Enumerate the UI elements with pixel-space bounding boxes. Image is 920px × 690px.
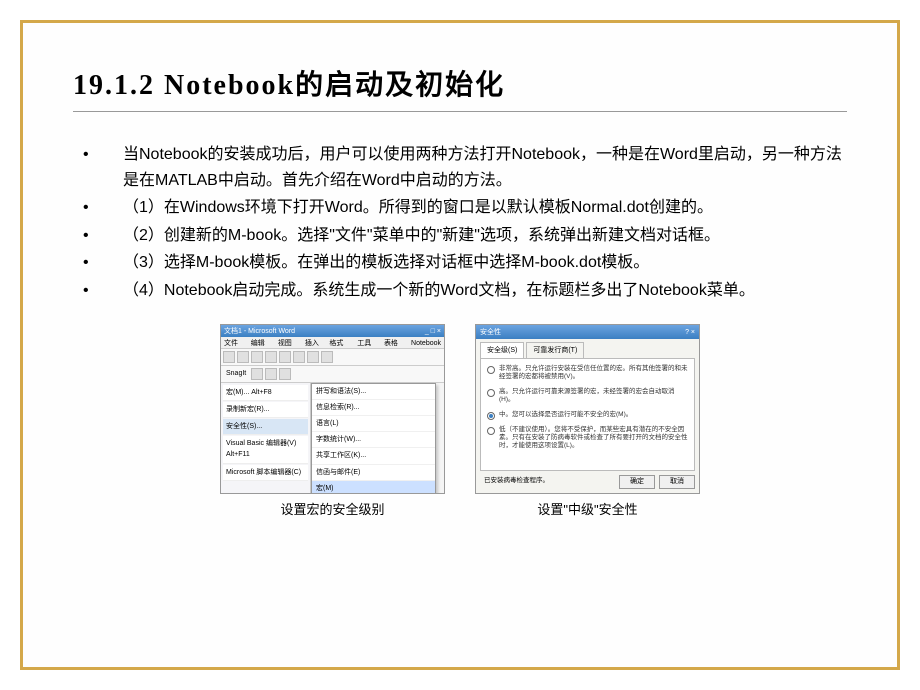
radio-label: 中。您可以选择是否运行可能不安全的宏(M)。	[499, 411, 632, 419]
radio-label: 非常高。只允许运行安装在受信任位置的宏。所有其他签署的和未经签署的宏都将被禁用(…	[499, 365, 688, 382]
dialog-tabs: 安全级(S) 可靠发行商(T)	[476, 339, 699, 358]
sidebar-item[interactable]: Visual Basic 编辑器(V) Alt+F11	[223, 436, 308, 463]
word-body: 宏(M)... Alt+F8 录制新宏(R)... 安全性(S)... Visu…	[221, 383, 444, 494]
right-image-block: 安全性 ? × 安全级(S) 可靠发行商(T) 非常高。只允许运行安装在受信任位…	[475, 324, 700, 521]
tab-trusted-publishers[interactable]: 可靠发行商(T)	[526, 342, 584, 358]
dialog-panel: 非常高。只允许运行安装在受信任位置的宏。所有其他签署的和未经签署的宏都将被禁用(…	[480, 358, 695, 471]
cancel-button[interactable]: 取消	[659, 475, 695, 489]
dialog-close-icon[interactable]: ? ×	[685, 327, 695, 337]
sidebar-item-security[interactable]: 安全性(S)...	[223, 419, 308, 435]
toolbar-icon[interactable]	[237, 351, 249, 363]
sidebar-item[interactable]: 宏(M)... Alt+F8	[223, 385, 308, 401]
virus-check-text: 已安装病毒检查程序。	[484, 476, 549, 486]
toolbar-icon[interactable]	[321, 351, 333, 363]
bullet-item: （2）创建新的M-book。选择"文件"菜单中的"新建"选项，系统弹出新建文档对…	[103, 223, 847, 249]
right-caption: 设置"中级"安全性	[537, 500, 637, 521]
word-toolbar	[221, 349, 444, 366]
word-title-text: 文档1 - Microsoft Word	[224, 326, 295, 336]
dropdown-item[interactable]: 信息检索(R)...	[312, 400, 435, 416]
title-underline	[73, 111, 847, 112]
ok-button[interactable]: 确定	[619, 475, 655, 489]
slide-title: 19.1.2 Notebook的启动及初始化	[73, 63, 847, 103]
menu-item[interactable]: 文件(F)	[224, 338, 246, 347]
radio-option[interactable]: 低（不建议使用）。您将不受保护，而某些宏具有潜在的不安全因素。只有在安装了防病毒…	[487, 426, 688, 451]
sidebar-item[interactable]: 录制新宏(R)...	[223, 402, 308, 418]
dropdown-item-macro[interactable]: 宏(M)	[312, 481, 435, 494]
menu-item[interactable]: 工具(T)	[357, 338, 379, 347]
radio-label: 低（不建议使用）。您将不受保护，而某些宏具有潜在的不安全因素。只有在安装了防病毒…	[499, 426, 688, 451]
menu-item[interactable]: 编辑(E)	[251, 338, 273, 347]
word-sidebar: 宏(M)... Alt+F8 录制新宏(R)... 安全性(S)... Visu…	[221, 383, 311, 494]
radio-icon	[487, 366, 495, 374]
toolbar-icon[interactable]	[265, 351, 277, 363]
word-toolbar2: SnagIt	[221, 366, 444, 383]
dropdown-item[interactable]: 共享工作区(K)...	[312, 448, 435, 464]
bullet-list: 当Notebook的安装成功后，用户可以使用两种方法打开Notebook，一种是…	[73, 142, 847, 304]
toolbar-icon[interactable]	[251, 351, 263, 363]
toolbar-icon[interactable]	[307, 351, 319, 363]
slide-content: 当Notebook的安装成功后，用户可以使用两种方法打开Notebook，一种是…	[73, 142, 847, 520]
dialog-footer: 已安装病毒检查程序。 确定 取消	[476, 471, 699, 493]
word-titlebar: 文档1 - Microsoft Word _ □ ×	[221, 325, 444, 337]
images-row: 文档1 - Microsoft Word _ □ × 文件(F) 编辑(E) 视…	[73, 324, 847, 521]
toolbar-icon[interactable]	[251, 368, 263, 380]
sidebar-item[interactable]: Microsoft 脚本编辑器(C)	[223, 465, 308, 481]
tab-security-level[interactable]: 安全级(S)	[480, 342, 524, 358]
left-caption: 设置宏的安全级别	[280, 500, 384, 521]
radio-option[interactable]: 高。只允许运行可靠来源签署的宏，未经签署的宏会自动取消(H)。	[487, 388, 688, 405]
dialog-title: 安全性	[480, 327, 501, 337]
bullet-item: 当Notebook的安装成功后，用户可以使用两种方法打开Notebook，一种是…	[103, 142, 847, 193]
dialog-titlebar: 安全性 ? ×	[476, 325, 699, 339]
radio-icon	[487, 389, 495, 397]
snagit-label: SnagIt	[223, 368, 249, 379]
dropdown-item[interactable]: 信函与邮件(E)	[312, 465, 435, 481]
toolbar-icon[interactable]	[265, 368, 277, 380]
menu-item[interactable]: 插入(I)	[305, 338, 325, 347]
toolbar-icon[interactable]	[293, 351, 305, 363]
menu-item[interactable]: Notebook	[411, 338, 441, 347]
word-screenshot: 文档1 - Microsoft Word _ □ × 文件(F) 编辑(E) 视…	[220, 324, 445, 494]
dropdown-item[interactable]: 语言(L)	[312, 416, 435, 432]
slide-container: 19.1.2 Notebook的启动及初始化 当Notebook的安装成功后，用…	[20, 20, 900, 670]
radio-option[interactable]: 中。您可以选择是否运行可能不安全的宏(M)。	[487, 411, 688, 420]
toolbar-icon[interactable]	[279, 368, 291, 380]
security-dialog-screenshot: 安全性 ? × 安全级(S) 可靠发行商(T) 非常高。只允许运行安装在受信任位…	[475, 324, 700, 494]
bullet-item: （3）选择M-book模板。在弹出的模板选择对话框中选择M-book.dot模板…	[103, 250, 847, 276]
menu-item[interactable]: 视图(V)	[278, 338, 300, 347]
radio-label: 高。只允许运行可靠来源签署的宏，未经签署的宏会自动取消(H)。	[499, 388, 688, 405]
dropdown-item[interactable]: 字数统计(W)...	[312, 432, 435, 448]
word-menubar: 文件(F) 编辑(E) 视图(V) 插入(I) 格式(O) 工具(T) 表格(A…	[221, 337, 444, 349]
toolbar-icon[interactable]	[223, 351, 235, 363]
left-image-block: 文档1 - Microsoft Word _ □ × 文件(F) 编辑(E) 视…	[220, 324, 445, 521]
bullet-item: （4）Notebook启动完成。系统生成一个新的Word文档，在标题栏多出了No…	[103, 278, 847, 304]
radio-icon	[487, 427, 495, 435]
bullet-item: （1）在Windows环境下打开Word。所得到的窗口是以默认模板Normal.…	[103, 195, 847, 221]
window-controls: _ □ ×	[425, 326, 441, 336]
toolbar-icon[interactable]	[279, 351, 291, 363]
tools-dropdown: 拼写和语法(S)... 信息检索(R)... 语言(L) 字数统计(W)... …	[311, 383, 436, 494]
menu-item[interactable]: 格式(O)	[329, 338, 352, 347]
radio-icon-selected	[487, 412, 495, 420]
dropdown-item[interactable]: 拼写和语法(S)...	[312, 384, 435, 400]
menu-item[interactable]: 表格(A)	[384, 338, 406, 347]
radio-option[interactable]: 非常高。只允许运行安装在受信任位置的宏。所有其他签署的和未经签署的宏都将被禁用(…	[487, 365, 688, 382]
